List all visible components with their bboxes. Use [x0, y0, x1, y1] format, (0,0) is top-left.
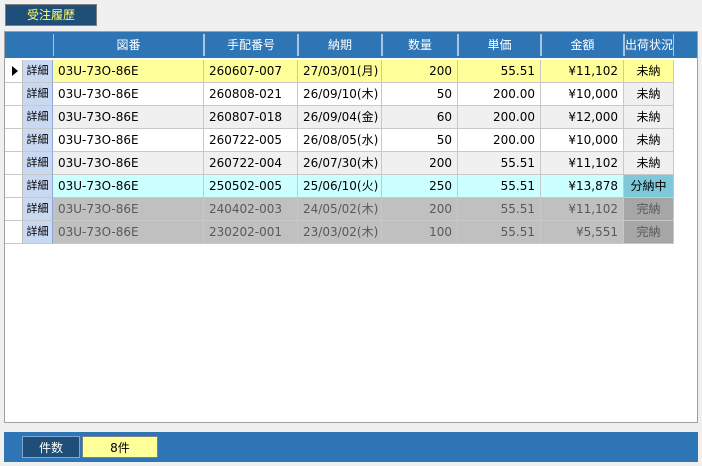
column-header-order-number[interactable]: 手配番号: [204, 34, 298, 56]
cell-shipping-status: 未納: [624, 152, 674, 175]
cell-quantity: 50: [382, 83, 458, 106]
cell-unit-price: 55.51: [458, 198, 541, 221]
cell-order-number: 260807-018: [204, 106, 298, 129]
cell-amount: ¥11,102: [541, 152, 624, 175]
cell-quantity: 60: [382, 106, 458, 129]
table-row[interactable]: 詳細 03U-73O-86E 230202-001 23/03/02(木) 100 55.…: [5, 221, 675, 244]
cell-order-number: 260607-007: [204, 60, 298, 83]
cell-drawing: 03U-73O-86E: [53, 129, 204, 152]
cell-due-date: 26/08/05(水): [298, 129, 382, 152]
row-selector[interactable]: [5, 106, 23, 129]
table-row[interactable]: 詳細 03U-73O-86E 260722-004 26/07/30(木) 200 55.…: [5, 152, 675, 175]
row-selector[interactable]: [5, 60, 23, 83]
column-header-drawing[interactable]: 図番: [53, 34, 204, 56]
cell-due-date: 27/03/01(月): [298, 60, 382, 83]
cell-drawing: 03U-73O-86E: [53, 152, 204, 175]
cell-amount: ¥11,102: [541, 198, 624, 221]
current-row-arrow-icon: [12, 66, 18, 76]
cell-order-number: 260722-004: [204, 152, 298, 175]
row-selector[interactable]: [5, 152, 23, 175]
cell-due-date: 23/03/02(木): [298, 221, 382, 244]
table-row[interactable]: 詳細 03U-73O-86E 260722-005 26/08/05(水) 50 200.…: [5, 129, 675, 152]
detail-button[interactable]: 詳細: [23, 221, 53, 244]
detail-button[interactable]: 詳細: [23, 129, 53, 152]
detail-button[interactable]: 詳細: [23, 198, 53, 221]
cell-amount: ¥12,000: [541, 106, 624, 129]
cell-drawing: 03U-73O-86E: [53, 221, 204, 244]
cell-shipping-status: 未納: [624, 129, 674, 152]
detail-button[interactable]: 詳細: [23, 106, 53, 129]
cell-shipping-status: 分納中: [624, 175, 674, 198]
detail-button[interactable]: 詳細: [23, 175, 53, 198]
column-header-unit-price[interactable]: 単価: [458, 34, 541, 56]
cell-drawing: 03U-73O-86E: [53, 60, 204, 83]
cell-unit-price: 55.51: [458, 221, 541, 244]
column-header-quantity[interactable]: 数量: [382, 34, 458, 56]
cell-quantity: 250: [382, 175, 458, 198]
cell-due-date: 24/05/02(木): [298, 198, 382, 221]
cell-shipping-status: 完納: [624, 198, 674, 221]
cell-shipping-status: 完納: [624, 221, 674, 244]
cell-due-date: 25/06/10(火): [298, 175, 382, 198]
cell-quantity: 50: [382, 129, 458, 152]
cell-amount: ¥13,878: [541, 175, 624, 198]
cell-unit-price: 55.51: [458, 175, 541, 198]
order-history-tab[interactable]: 受注履歴: [5, 4, 97, 26]
table-row[interactable]: 詳細 03U-73O-86E 250502-005 25/06/10(火) 250 55.…: [5, 175, 675, 198]
cell-due-date: 26/07/30(木): [298, 152, 382, 175]
cell-shipping-status: 未納: [624, 60, 674, 83]
cell-quantity: 100: [382, 221, 458, 244]
cell-amount: ¥10,000: [541, 129, 624, 152]
row-selector[interactable]: [5, 129, 23, 152]
cell-quantity: 200: [382, 198, 458, 221]
cell-drawing: 03U-73O-86E: [53, 106, 204, 129]
detail-button[interactable]: 詳細: [23, 60, 53, 83]
count-label: 件数: [22, 436, 80, 458]
cell-shipping-status: 未納: [624, 83, 674, 106]
cell-order-number: 260722-005: [204, 129, 298, 152]
cell-quantity: 200: [382, 60, 458, 83]
cell-order-number: 240402-003: [204, 198, 298, 221]
detail-button[interactable]: 詳細: [23, 152, 53, 175]
cell-drawing: 03U-73O-86E: [53, 83, 204, 106]
row-selector[interactable]: [5, 198, 23, 221]
cell-order-number: 230202-001: [204, 221, 298, 244]
table-row[interactable]: 詳細 03U-73O-86E 260807-018 26/09/04(金) 60 200.…: [5, 106, 675, 129]
cell-shipping-status: 未納: [624, 106, 674, 129]
cell-amount: ¥10,000: [541, 83, 624, 106]
row-selector[interactable]: [5, 175, 23, 198]
cell-quantity: 200: [382, 152, 458, 175]
grid-header: 図番 手配番号 納期 数量 単価 金額 出荷状況: [5, 32, 697, 58]
cell-unit-price: 200.00: [458, 83, 541, 106]
detail-button[interactable]: 詳細: [23, 83, 53, 106]
column-header-amount[interactable]: 金額: [541, 34, 624, 56]
order-history-grid: 図番 手配番号 納期 数量 単価 金額 出荷状況 詳細 03U-73O-86E 26…: [4, 31, 698, 423]
cell-amount: ¥5,551: [541, 221, 624, 244]
row-selector[interactable]: [5, 221, 23, 244]
cell-unit-price: 55.51: [458, 60, 541, 83]
cell-drawing: 03U-73O-86E: [53, 175, 204, 198]
cell-unit-price: 200.00: [458, 129, 541, 152]
table-row[interactable]: 詳細 03U-73O-86E 260607-007 27/03/01(月) 200 55.…: [5, 60, 675, 83]
cell-due-date: 26/09/10(木): [298, 83, 382, 106]
cell-unit-price: 55.51: [458, 152, 541, 175]
row-selector[interactable]: [5, 83, 23, 106]
table-row[interactable]: 詳細 03U-73O-86E 240402-003 24/05/02(木) 200 55.…: [5, 198, 675, 221]
cell-drawing: 03U-73O-86E: [53, 198, 204, 221]
column-header-due-date[interactable]: 納期: [298, 34, 382, 56]
cell-order-number: 250502-005: [204, 175, 298, 198]
count-value: 8件: [82, 436, 158, 458]
cell-order-number: 260808-021: [204, 83, 298, 106]
cell-due-date: 26/09/04(金): [298, 106, 382, 129]
cell-amount: ¥11,102: [541, 60, 624, 83]
table-row[interactable]: 詳細 03U-73O-86E 260808-021 26/09/10(木) 50 200.…: [5, 83, 675, 106]
column-header-shipping-status[interactable]: 出荷状況: [624, 34, 674, 56]
footer-bar: 件数 8件: [4, 432, 698, 462]
cell-unit-price: 200.00: [458, 106, 541, 129]
